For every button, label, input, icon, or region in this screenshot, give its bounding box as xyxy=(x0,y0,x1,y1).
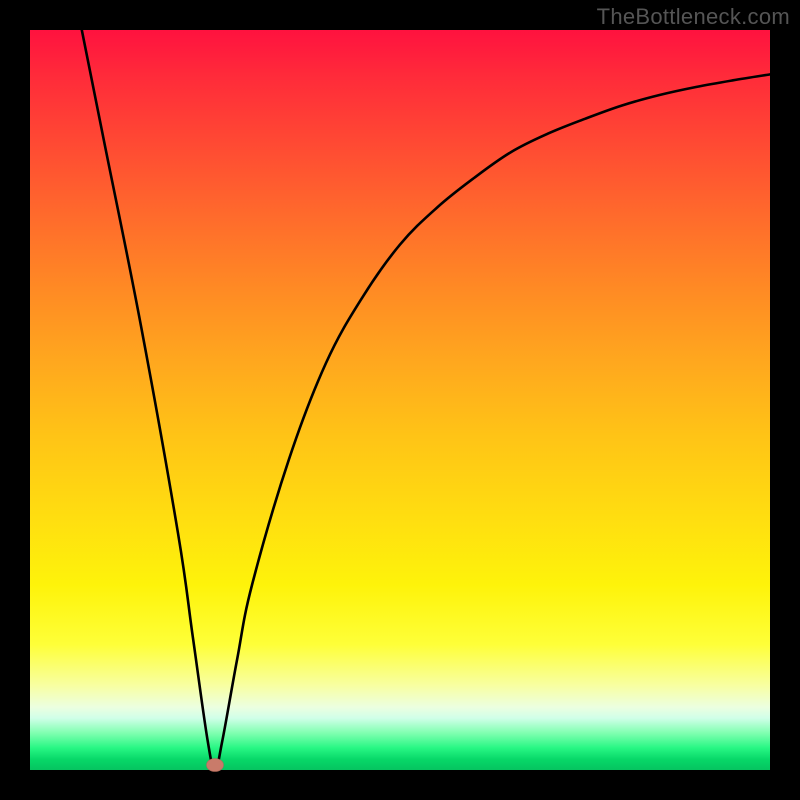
chart-frame: TheBottleneck.com xyxy=(0,0,800,800)
optimal-point-marker xyxy=(207,759,224,772)
bottleneck-curve xyxy=(82,30,770,770)
plot-area xyxy=(30,30,770,770)
chart-svg xyxy=(30,30,770,770)
watermark-label: TheBottleneck.com xyxy=(597,4,790,30)
